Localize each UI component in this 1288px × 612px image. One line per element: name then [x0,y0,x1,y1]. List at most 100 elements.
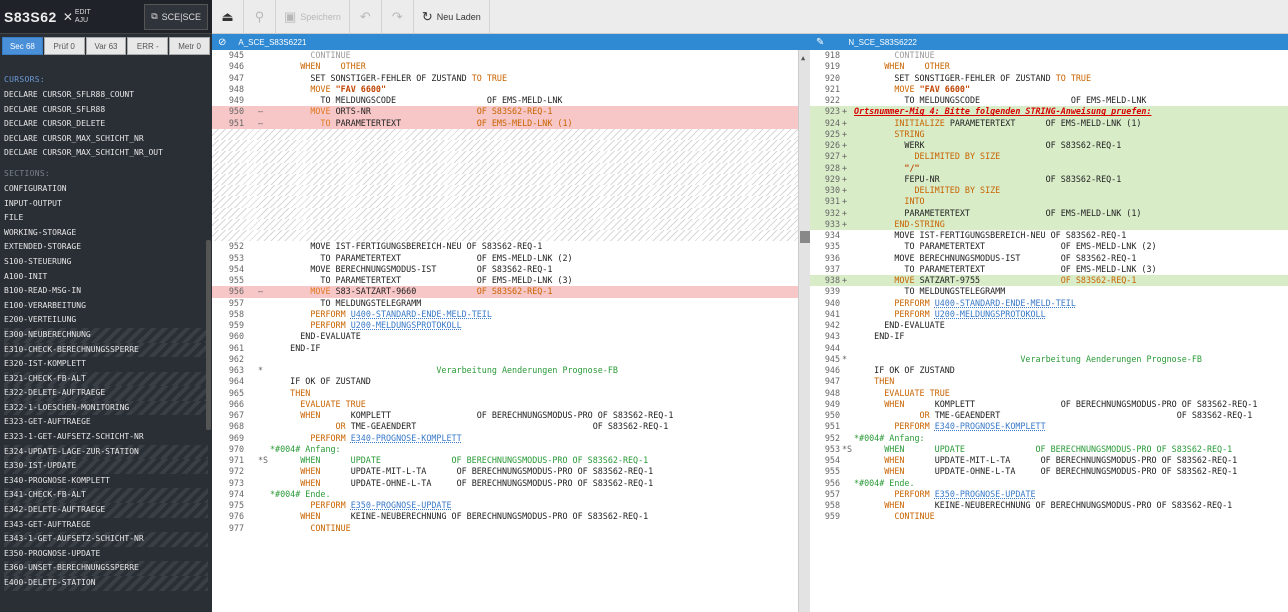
line-number: 963 [228,365,244,375]
edit-file-icon[interactable]: ✎ [816,37,824,48]
section-item[interactable]: INPUT-OUTPUT [4,197,208,212]
code-token: WHEN [854,455,935,465]
redo-button[interactable]: ↷ [382,0,414,34]
code-text: END-IF [270,343,320,354]
right-code-pane[interactable]: 918 CONTINUE 919 WHEN OTHER 920 SET SONSTI… [810,50,1288,612]
code-line [212,196,798,208]
scroll-up-icon[interactable]: ▲ [801,54,805,62]
code-line: 957 TO MELDUNGSTELEGRAMM [212,298,798,309]
filter-tab[interactable]: Metr 0 [169,37,210,55]
code-token: Ortsnummer-Mig 4: Bitte folgenden STRING… [854,106,1152,117]
code-token[interactable]: U200-MELDUNGSPROTOKOLL [935,309,1046,319]
code-text: CONTINUE [854,511,934,522]
cursors-heading: CURSORS: [4,75,45,84]
code-text: TO MELDUNGSCODE OF EMS-MELD-LNK [854,95,1146,106]
line-number: 956 [824,477,840,488]
code-line: 949 WHEN KOMPLETT OF BERECHNUNGSMODUS-PR… [810,399,1288,410]
section-item[interactable]: E330-IST-UPDATE [4,459,208,474]
scrollbar-thumb[interactable] [800,231,810,243]
section-item[interactable]: E310-CHECK-BERECHNUNGSSPERRE [4,342,208,358]
code-token[interactable]: E340-PROGNOSE-KOMPLETT [351,433,462,443]
section-item[interactable]: WORKING-STORAGE [4,226,208,241]
filter-tab[interactable]: Prüf 0 [43,37,85,55]
section-item[interactable]: E200-VERTEILUNG [4,313,208,328]
section-item[interactable]: E323-GET-AUFTRAEGE [4,415,208,430]
code-token[interactable]: E350-PROGNOSE-UPDATE [351,500,452,510]
code-token: OF S83S62-REQ-1 [476,286,553,297]
line-number: 950 [824,410,840,420]
section-item[interactable]: E343-GET-AUFTRAEGE [4,518,208,533]
code-token: END-IF [854,331,905,342]
code-token: OF [416,72,427,83]
section-item[interactable]: E320-IST-KOMPLETT [4,357,208,372]
section-item[interactable]: E360-UNSET-BERECHNUNGSSPERRE [4,561,208,576]
section-item[interactable]: S100-STEUERUNG [4,255,208,270]
section-item[interactable]: E324-UPDATE-LAGE-ZUR-STATION [4,444,208,460]
line-number: 943 [824,331,840,342]
upload-button[interactable]: ⏏ [212,0,244,34]
section-item[interactable]: E400-DELETE-STATION [4,576,208,591]
code-text: MOVE ORTS-NR OF S83S62-REQ-1 [270,106,552,117]
section-item[interactable]: E323-1-GET-AUFSETZ-SCHICHT-NR [4,430,208,445]
section-item[interactable]: E343-1-GET-AUFSETZ-SCHICHT-NR [4,532,208,547]
code-token[interactable]: U400-STANDARD-ENDE-MELD-TEIL [935,298,1076,308]
code-line: 939 TO MELDUNGSTELEGRAMM [810,286,1288,297]
section-item[interactable]: E341-CHECK-FB-ALT [4,488,208,504]
upload-icon: ⏏ [221,8,234,24]
code-line: 959 PERFORM U200-MELDUNGSPROTOKOLL [212,320,798,331]
section-item[interactable]: E322-1-LOESCHEN-MONITORING [4,400,208,416]
section-list: CONFIGURATION INPUT-OUTPUT FILE WORKING-STO… [4,182,208,591]
section-item[interactable]: CONFIGURATION [4,182,208,197]
block-icon[interactable]: ⊘ [218,37,226,48]
left-code-pane[interactable]: 945 CONTINUE 946 WHEN OTHER 947 SET SONSTI… [212,50,798,612]
code-token[interactable]: E340-PROGNOSE-KOMPLETT [935,421,1046,431]
diff-marker: *S [258,455,269,465]
undo-button[interactable]: ↶ [350,0,382,34]
line-number: 926 [824,140,840,150]
section-item[interactable]: E322-DELETE-AUFTRAEGE [4,386,208,401]
code-token: WHEN [270,61,341,72]
compare-scsce-button[interactable]: ⧉ SCE|SCE [144,3,208,30]
code-line [212,151,798,163]
line-number: 958 [228,308,244,319]
section-item[interactable]: EXTENDED-STORAGE [4,240,208,255]
code-token: *#004# Anfang: [270,443,341,454]
line-number: 927 [824,151,840,162]
section-item[interactable]: E350-PROGNOSE-UPDATE [4,547,208,562]
filter-tab[interactable]: ERR - [127,37,169,55]
code-text: IF OK OF ZUSTAND [854,365,955,376]
wand-button[interactable]: ⚲ [244,0,276,34]
filter-tab[interactable]: Var 63 [85,37,127,55]
section-item[interactable]: E100-VERARBEITUNG [4,299,208,314]
diff-marker: + [842,106,848,117]
section-item[interactable]: E300-NEUBERECHNUNG [4,327,208,343]
code-token[interactable]: E350-PROGNOSE-UPDATE [935,489,1036,499]
code-line: 966 EVALUATE TRUE [212,399,798,410]
diff-scrollbar[interactable]: ▲ [798,50,810,612]
code-token[interactable]: U200-MELDUNGSPROTOKOLL [351,320,462,330]
sidebar-scrollbar[interactable] [206,240,211,430]
save-button[interactable]: ▣ Speichern [276,0,350,34]
code-line: 959 CONTINUE [810,511,1288,522]
line-number: 921 [824,83,840,94]
section-item[interactable]: E342-DELETE-AUFTRAEGE [4,503,208,518]
section-item[interactable]: FILE [4,211,208,226]
code-line: 967 WHEN KOMPLETT OF BERECHNUNGSMODUS-PR… [212,410,798,421]
reload-button[interactable]: ↻ Neu Laden [414,0,490,34]
cursor-item[interactable]: DECLARE CURSOR_SFLR88 [4,103,208,118]
cursor-item[interactable]: DECLARE CURSOR_MAX_SCHICHT_NR [4,132,208,147]
cursor-item[interactable]: DECLARE CURSOR_MAX_SCHICHT_NR_OUT [4,146,208,161]
filter-tab[interactable]: Sec 68 [2,37,43,55]
code-line: 935 TO PARAMETERTEXT OF EMS-MELD-LNK (2) [810,241,1288,252]
code-line: 953 *S WHEN UPDATE OF BERECHNUNGSMODUS-PR… [810,444,1288,455]
section-item[interactable]: E321-CHECK-FB-ALT [4,371,208,387]
edit-aju-toggle[interactable]: ✕ EDIT AJU [63,9,91,25]
code-token[interactable]: U400-STANDARD-ENDE-MELD-TEIL [351,309,492,319]
cursor-item[interactable]: DECLARE CURSOR_SFLR88_COUNT [4,88,208,103]
cursor-item[interactable]: DECLARE CURSOR_DELETE [4,117,208,132]
section-item[interactable]: E340-PROGNOSE-KOMPLETT [4,474,208,489]
code-text: MOVE "FAV 6600" [270,84,386,95]
section-item[interactable]: B100-READ-MSG-IN [4,284,208,299]
section-item[interactable]: A100-INIT [4,270,208,285]
diff-marker: + [842,185,848,195]
